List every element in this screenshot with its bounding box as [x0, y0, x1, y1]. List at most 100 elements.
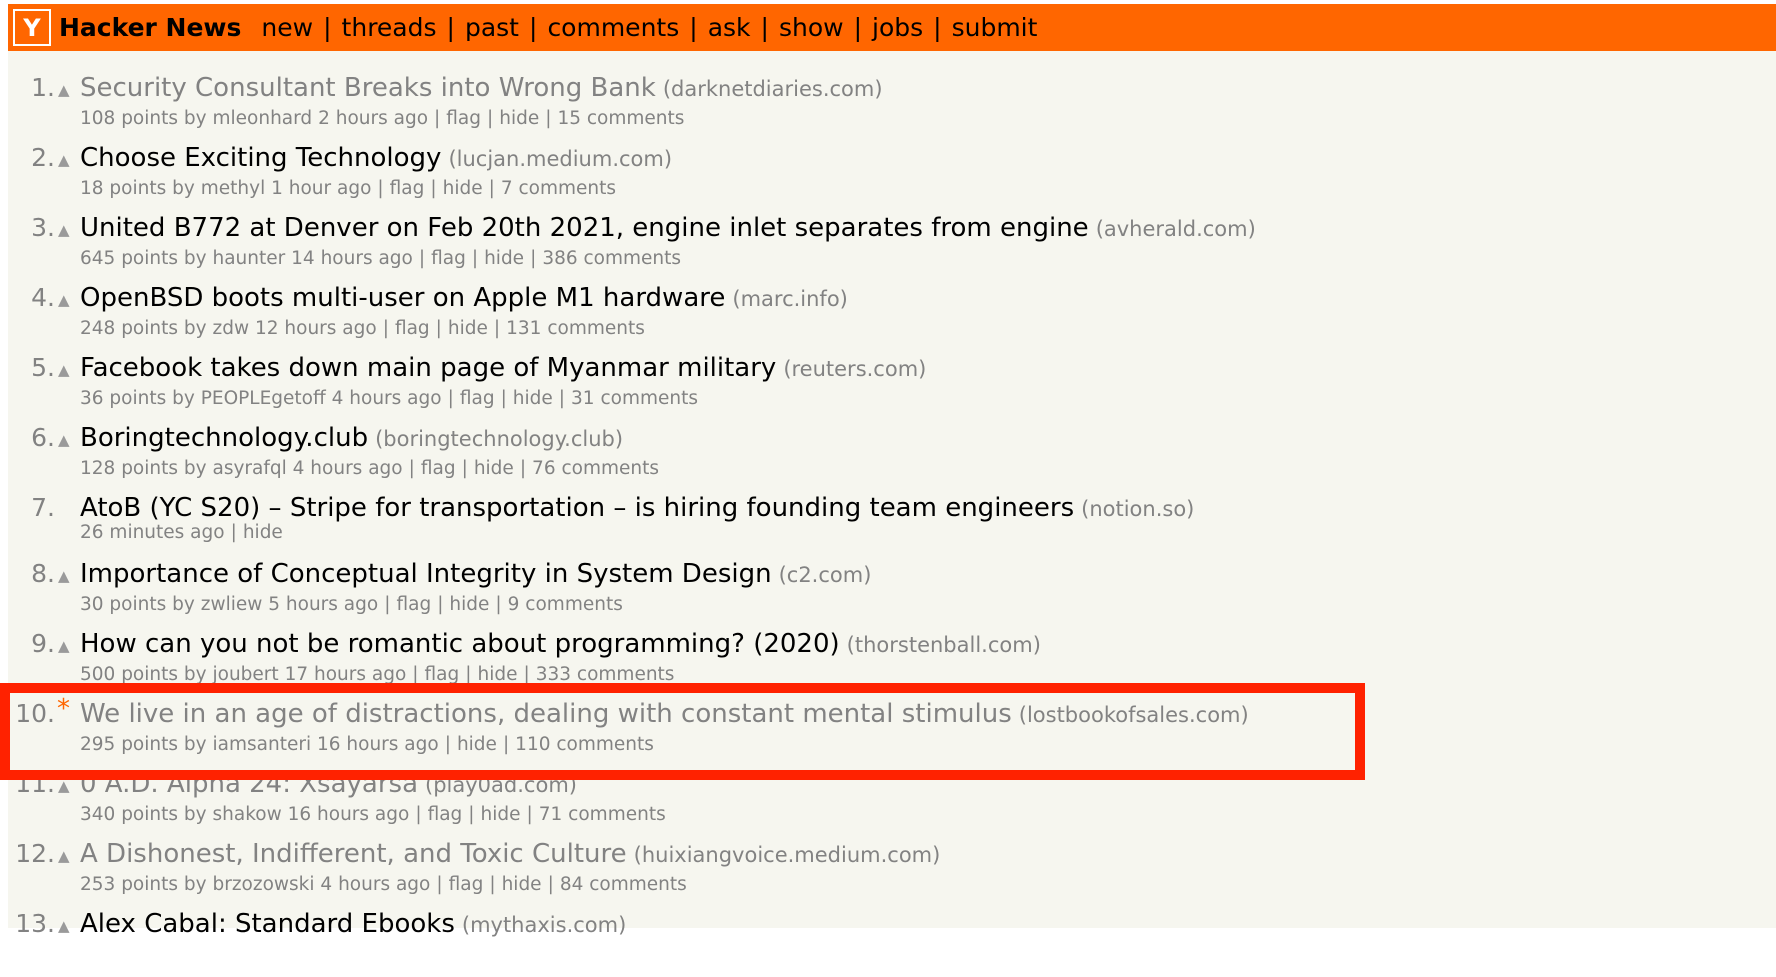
story-flag-link[interactable]: flag — [428, 804, 463, 825]
story-site-link[interactable]: (c2.com) — [779, 563, 872, 587]
nav-link-jobs[interactable]: jobs — [872, 13, 923, 42]
story-hide-link[interactable]: hide — [457, 734, 497, 755]
story-flag-link[interactable]: flag — [390, 178, 425, 199]
story-user-link[interactable]: shakow — [213, 804, 282, 825]
story-user-link[interactable]: iamsanteri — [213, 734, 312, 755]
upvote-arrow-icon[interactable]: ▲ — [58, 363, 74, 378]
story-comments-link[interactable]: 110 comments — [515, 734, 654, 755]
story-age-link[interactable]: 2 hours ago — [318, 108, 428, 129]
story-user-link[interactable]: brzozowski — [213, 874, 315, 895]
story-flag-link[interactable]: flag — [421, 458, 456, 479]
story-user-link[interactable]: haunter — [213, 248, 286, 269]
story-hide-link[interactable]: hide — [484, 248, 524, 269]
story-title-link[interactable]: How can you not be romantic about progra… — [80, 629, 840, 659]
story-hide-link[interactable]: hide — [449, 594, 489, 615]
upvote-arrow-icon[interactable]: ▲ — [58, 83, 74, 98]
story-age-link[interactable]: 16 hours ago — [288, 804, 410, 825]
story-hide-link[interactable]: hide — [477, 664, 517, 685]
upvote-arrow-icon[interactable]: ▲ — [58, 779, 74, 794]
story-flag-link[interactable]: flag — [425, 664, 460, 685]
story-age-link[interactable]: 17 hours ago — [285, 664, 407, 685]
story-hide-link[interactable]: hide — [243, 522, 283, 543]
story-hide-link[interactable]: hide — [513, 388, 553, 409]
story-site-link[interactable]: (play0ad.com) — [425, 773, 577, 797]
story-user-link[interactable]: zwliew — [201, 594, 263, 615]
story-comments-link[interactable]: 7 comments — [501, 178, 616, 199]
story-site-link[interactable]: (notion.so) — [1081, 497, 1194, 521]
upvote-arrow-icon[interactable]: ▲ — [58, 639, 74, 654]
story-age-link[interactable]: 26 minutes ago — [80, 522, 225, 543]
story-site-link[interactable]: (avherald.com) — [1096, 217, 1256, 241]
story-site-link[interactable]: (thorstenball.com) — [847, 633, 1041, 657]
story-title-link[interactable]: 0 A.D. Alpha 24: Xšayāršā — [80, 769, 418, 799]
story-title-link[interactable]: AtoB (YC S20) – Stripe for transportatio… — [80, 493, 1074, 523]
story-site-link[interactable]: (marc.info) — [732, 287, 848, 311]
story-flag-link[interactable]: flag — [431, 248, 466, 269]
story-user-link[interactable]: joubert — [213, 664, 279, 685]
story-comments-link[interactable]: 15 comments — [557, 108, 684, 129]
story-age-link[interactable]: 5 hours ago — [268, 594, 378, 615]
story-title-link[interactable]: A Dishonest, Indifferent, and Toxic Cult… — [80, 839, 627, 869]
story-age-link[interactable]: 12 hours ago — [255, 318, 377, 339]
nav-link-submit[interactable]: submit — [952, 13, 1038, 42]
upvote-arrow-icon[interactable]: ▲ — [58, 293, 74, 308]
story-title-link[interactable]: Security Consultant Breaks into Wrong Ba… — [80, 73, 656, 103]
story-user-link[interactable]: PEOPLEgetoff — [201, 388, 326, 409]
upvote-arrow-icon[interactable]: ▲ — [58, 433, 74, 448]
story-title-link[interactable]: Alex Cabal: Standard Ebooks — [80, 909, 455, 939]
story-user-link[interactable]: zdw — [213, 318, 250, 339]
nav-link-new[interactable]: new — [261, 13, 313, 42]
story-site-link[interactable]: (lucjan.medium.com) — [448, 147, 672, 171]
story-site-link[interactable]: (mythaxis.com) — [462, 913, 626, 937]
story-title-link[interactable]: OpenBSD boots multi-user on Apple M1 har… — [80, 283, 725, 313]
story-title-link[interactable]: Boringtechnology.club — [80, 423, 368, 453]
story-flag-link[interactable]: flag — [396, 594, 431, 615]
story-hide-link[interactable]: hide — [448, 318, 488, 339]
story-flag-link[interactable]: flag — [449, 874, 484, 895]
story-age-link[interactable]: 1 hour ago — [271, 178, 371, 199]
story-age-link[interactable]: 4 hours ago — [332, 388, 442, 409]
story-comments-link[interactable]: 386 comments — [542, 248, 681, 269]
story-comments-link[interactable]: 31 comments — [571, 388, 698, 409]
story-hide-link[interactable]: hide — [502, 874, 542, 895]
story-user-link[interactable]: asyrafql — [213, 458, 287, 479]
story-user-link[interactable]: mleonhard — [213, 108, 313, 129]
story-flag-link[interactable]: flag — [460, 388, 495, 409]
story-site-link[interactable]: (lostbookofsales.com) — [1019, 703, 1249, 727]
story-age-link[interactable]: 16 hours ago — [317, 734, 439, 755]
upvote-arrow-icon[interactable]: ▲ — [58, 849, 74, 864]
story-age-link[interactable]: 4 hours ago — [293, 458, 403, 479]
nav-link-threads[interactable]: threads — [342, 13, 437, 42]
nav-link-comments[interactable]: comments — [547, 13, 679, 42]
story-title-link[interactable]: Facebook takes down main page of Myanmar… — [80, 353, 776, 383]
story-comments-link[interactable]: 76 comments — [532, 458, 659, 479]
y-logo-icon[interactable]: Y — [13, 9, 51, 46]
story-hide-link[interactable]: hide — [499, 108, 539, 129]
story-flag-link[interactable]: flag — [446, 108, 481, 129]
story-site-link[interactable]: (boringtechnology.club) — [375, 427, 623, 451]
story-site-link[interactable]: (darknetdiaries.com) — [663, 77, 883, 101]
story-title-link[interactable]: United B772 at Denver on Feb 20th 2021, … — [80, 213, 1089, 243]
story-user-link[interactable]: methyl — [201, 178, 265, 199]
story-site-link[interactable]: (reuters.com) — [783, 357, 926, 381]
upvote-arrow-icon[interactable]: ▲ — [58, 153, 74, 168]
story-flag-link[interactable]: flag — [395, 318, 430, 339]
story-title-link[interactable]: We live in an age of distractions, deali… — [80, 699, 1012, 729]
upvote-arrow-icon[interactable]: ▲ — [58, 919, 74, 934]
story-comments-link[interactable]: 9 comments — [508, 594, 623, 615]
story-comments-link[interactable]: 333 comments — [536, 664, 675, 685]
site-title-link[interactable]: Hacker News — [59, 13, 241, 42]
nav-link-ask[interactable]: ask — [708, 13, 751, 42]
upvote-arrow-icon[interactable]: ▲ — [58, 569, 74, 584]
nav-link-past[interactable]: past — [465, 13, 519, 42]
upvote-arrow-icon[interactable]: ▲ — [58, 223, 74, 238]
story-title-link[interactable]: Importance of Conceptual Integrity in Sy… — [80, 559, 772, 589]
story-title-link[interactable]: Choose Exciting Technology — [80, 143, 441, 173]
story-hide-link[interactable]: hide — [443, 178, 483, 199]
story-hide-link[interactable]: hide — [481, 804, 521, 825]
story-site-link[interactable]: (huixiangvoice.medium.com) — [634, 843, 941, 867]
story-hide-link[interactable]: hide — [474, 458, 514, 479]
story-comments-link[interactable]: 71 comments — [539, 804, 666, 825]
story-comments-link[interactable]: 84 comments — [560, 874, 687, 895]
nav-link-show[interactable]: show — [779, 13, 844, 42]
